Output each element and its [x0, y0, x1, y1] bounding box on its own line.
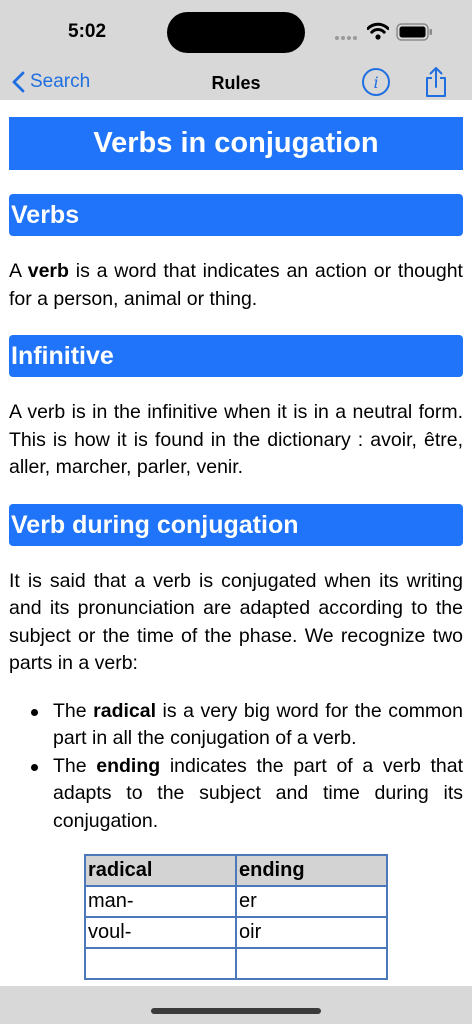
- table-cell: [235, 947, 388, 980]
- home-indicator[interactable]: [151, 1008, 321, 1014]
- table-row: voul- oir: [84, 916, 388, 949]
- list-item: The ending indicates the part of a verb …: [29, 753, 463, 836]
- status-time: 5:02: [68, 21, 107, 42]
- bullet-text-start: The: [53, 754, 97, 777]
- table-cell: man-: [84, 885, 237, 918]
- section-heading-verbs: Verbs: [9, 194, 463, 236]
- battery-icon: [396, 23, 432, 41]
- verbs-text-start: A: [9, 260, 28, 282]
- cellular-signal-icon: [335, 36, 357, 40]
- verbs-text-end: is a word that indicates an action or th…: [9, 260, 463, 310]
- section-heading-infinitive: Infinitive: [9, 335, 463, 377]
- conjugation-table: radical ending man- er voul- oir: [84, 854, 388, 980]
- page-title: Rules: [211, 73, 261, 93]
- article-title: Verbs in conjugation: [9, 117, 463, 170]
- table-cell: [84, 947, 237, 980]
- status-bar: 5:02: [0, 0, 472, 62]
- conjugation-paragraph: It is said that a verb is conjugated whe…: [9, 569, 463, 675]
- table-header-row: radical ending: [84, 854, 388, 887]
- svg-text:i: i: [373, 73, 378, 92]
- parts-list: The radical is a very big word for the c…: [29, 698, 463, 836]
- ending-term: ending: [96, 754, 161, 777]
- share-icon[interactable]: [423, 66, 449, 98]
- table-header-ending: ending: [235, 854, 388, 887]
- info-icon[interactable]: i: [361, 67, 391, 97]
- infinitive-paragraph: A verb is in the infinitive when it is i…: [9, 401, 463, 478]
- radical-term: radical: [93, 699, 157, 722]
- table-cell: er: [235, 885, 388, 918]
- bullet-text-start: The: [53, 699, 94, 722]
- rules-content[interactable]: Verbs in conjugation Verbs A verb is a w…: [0, 100, 472, 986]
- home-indicator-area: [0, 986, 472, 1024]
- verbs-paragraph: A verb is a word that indicates an actio…: [9, 258, 463, 313]
- table-cell: voul-: [84, 916, 237, 949]
- table-cell: oir: [235, 916, 388, 949]
- navigation-bar: Search Rules i: [0, 62, 472, 100]
- verbs-term: verb: [27, 260, 69, 282]
- table-row: man- er: [84, 885, 388, 918]
- table-header-radical: radical: [84, 854, 237, 887]
- section-heading-conjugation: Verb during conjugation: [9, 503, 463, 546]
- list-item: The radical is a very big word for the c…: [29, 698, 463, 753]
- dynamic-island: [167, 12, 305, 53]
- wifi-icon: [367, 22, 389, 40]
- table-row: [84, 947, 388, 980]
